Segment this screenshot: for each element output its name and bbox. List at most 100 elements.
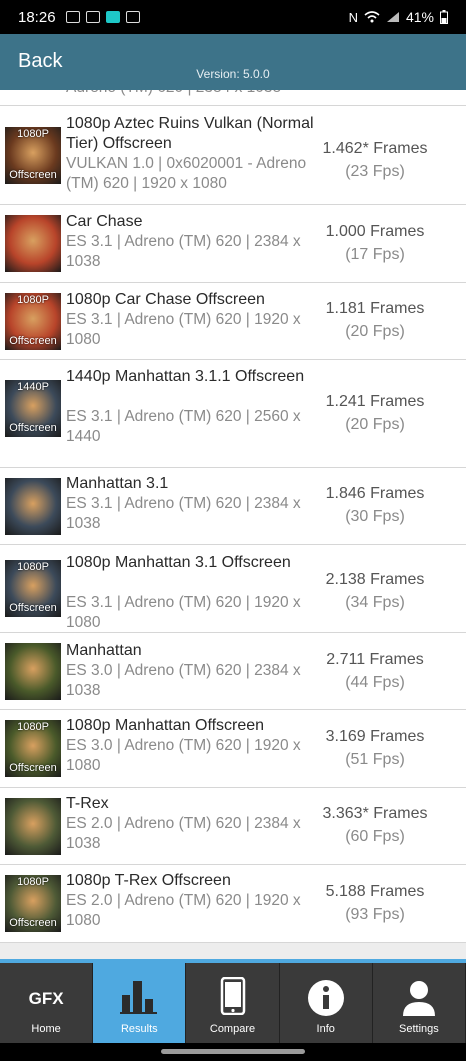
mail-icon bbox=[65, 11, 80, 23]
list-item[interactable]: 1080P Offscreen 1080p Manhattan Offscreen E… bbox=[0, 710, 466, 788]
list-item-title: 1080p Aztec Ruins Vulkan (Normal Tier) O… bbox=[66, 115, 314, 152]
list-item-subtitle: ES 3.1 | Adreno (TM) 620 | 2560 x 1440 bbox=[66, 408, 301, 445]
resolution-badge: 1080P bbox=[17, 128, 49, 140]
resolution-badge: 1440P bbox=[17, 381, 49, 393]
list-item-title: Car Chase bbox=[66, 213, 143, 230]
list-item-title: 1080p Car Chase Offscreen bbox=[66, 291, 265, 308]
list-item-subtitle: ES 3.1 | Adreno (TM) 620 | 1920 x 1080 bbox=[66, 311, 301, 348]
nav-home[interactable]: GFX Home bbox=[0, 963, 94, 1043]
score-frames: 2.138 Frames bbox=[325, 571, 425, 588]
benchmark-thumbnail: 1080P Offscreen bbox=[5, 127, 61, 184]
score-fps: (23 Fps) bbox=[345, 163, 405, 180]
nav-info[interactable]: Info bbox=[280, 963, 373, 1043]
benchmark-thumbnail bbox=[5, 478, 61, 535]
image-icon bbox=[125, 11, 140, 23]
benchmark-thumbnail bbox=[5, 643, 61, 700]
score-fps: (20 Fps) bbox=[345, 416, 405, 433]
list-item-title: 1440p Manhattan 3.1.1 Offscreen bbox=[66, 368, 305, 385]
list-footer-spacer bbox=[0, 943, 466, 959]
list-item-subtitle: Adreno (TM) 620 | 2384 x 1038 bbox=[66, 90, 316, 98]
offscreen-badge: Offscreen bbox=[9, 602, 57, 614]
list-item-subtitle: ES 3.0 | Adreno (TM) 620 | 1920 x 1080 bbox=[66, 737, 301, 774]
score-fps: (93 Fps) bbox=[345, 906, 405, 923]
score-fps: (17 Fps) bbox=[345, 246, 405, 263]
app-notification-icon bbox=[85, 11, 100, 23]
list-item[interactable]: 1080P Offscreen 1080p T-Rex Offscreen ES 2.… bbox=[0, 865, 466, 943]
list-item-title: Manhattan 3.1 bbox=[66, 475, 169, 492]
bar-chart-icon bbox=[120, 981, 158, 1014]
offscreen-badge: Offscreen bbox=[9, 335, 57, 347]
list-item[interactable]: 1080P Offscreen 1080p Car Chase Offscreen E… bbox=[0, 283, 466, 360]
gesture-bar bbox=[0, 1043, 466, 1061]
version-label: Version: 5.0.0 bbox=[196, 67, 270, 81]
score-frames: 1.181 Frames bbox=[325, 300, 425, 317]
score-frames: 1.000 Frames bbox=[325, 223, 425, 240]
resolution-badge: 1080P bbox=[17, 876, 49, 888]
benchmark-thumbnail: 1440P Offscreen bbox=[5, 380, 61, 437]
wifi-icon bbox=[364, 11, 380, 23]
results-list[interactable]: Adreno (TM) 620 | 2384 x 1038 1080P Offsc… bbox=[0, 90, 466, 943]
score-fps: (20 Fps) bbox=[345, 323, 405, 340]
vpn-icon bbox=[105, 11, 120, 23]
list-item-partial[interactable]: Adreno (TM) 620 | 2384 x 1038 bbox=[0, 90, 466, 106]
nav-label: Info bbox=[316, 1023, 335, 1035]
offscreen-badge: Offscreen bbox=[9, 169, 57, 181]
score-frames: 1.462* Frames bbox=[322, 140, 428, 157]
benchmark-thumbnail: 1080P Offscreen bbox=[5, 720, 61, 777]
score-fps: (30 Fps) bbox=[345, 508, 405, 525]
app-header: Back Version: 5.0.0 bbox=[0, 34, 466, 90]
list-item-title: 1080p Manhattan Offscreen bbox=[66, 717, 265, 734]
benchmark-thumbnail bbox=[5, 215, 61, 272]
home-gesture-handle[interactable] bbox=[161, 1049, 305, 1054]
list-item-title: Manhattan bbox=[66, 642, 142, 659]
list-item[interactable]: Car Chase ES 3.1 | Adreno (TM) 620 | 2384… bbox=[0, 205, 466, 283]
signal-icon bbox=[386, 12, 399, 22]
status-bar: 18:26 N 41% bbox=[0, 0, 466, 34]
list-item[interactable]: Manhattan ES 3.0 | Adreno (TM) 620 | 2384… bbox=[0, 633, 466, 710]
benchmark-thumbnail bbox=[5, 798, 61, 855]
benchmark-thumbnail: 1080P Offscreen bbox=[5, 875, 61, 932]
list-item-title: 1080p Manhattan 3.1 Offscreen bbox=[66, 554, 291, 571]
list-item[interactable]: 1080P Offscreen 1080p Aztec Ruins Vulkan (… bbox=[0, 107, 466, 205]
score-frames: 5.188 Frames bbox=[325, 883, 425, 900]
resolution-badge: 1080P bbox=[17, 294, 49, 306]
score-fps: (34 Fps) bbox=[345, 594, 405, 611]
nav-label: Home bbox=[31, 1023, 61, 1035]
score-frames: 1.846 Frames bbox=[325, 485, 425, 502]
nav-label: Compare bbox=[209, 1023, 256, 1035]
list-item-title: 1080p T-Rex Offscreen bbox=[66, 872, 231, 889]
info-icon bbox=[307, 980, 344, 1016]
status-time: 18:26 bbox=[18, 8, 56, 26]
resolution-badge: 1080P bbox=[17, 721, 49, 733]
list-item[interactable]: 1440P Offscreen 1440p Manhattan 3.1.1 Offs… bbox=[0, 360, 466, 468]
score-fps: (44 Fps) bbox=[345, 674, 405, 691]
resolution-badge: 1080P bbox=[17, 561, 49, 573]
nav-results[interactable]: Results bbox=[93, 963, 187, 1043]
phone-icon bbox=[220, 977, 245, 1015]
bottom-navigation: GFX Home Results Compare Info Settings bbox=[0, 959, 466, 1043]
benchmark-thumbnail: 1080P Offscreen bbox=[5, 293, 61, 350]
list-item[interactable]: 1080P Offscreen 1080p Manhattan 3.1 Offscr… bbox=[0, 545, 466, 633]
list-item-subtitle: VULKAN 1.0 | 0x6020001 - Adreno (TM) 620… bbox=[66, 155, 307, 192]
score-frames: 3.169 Frames bbox=[325, 728, 425, 745]
score-frames: 3.363* Frames bbox=[322, 805, 428, 822]
battery-icon bbox=[440, 10, 448, 24]
battery-percent: 41% bbox=[405, 9, 434, 25]
list-item-subtitle: ES 3.1 | Adreno (TM) 620 | 1920 x 1080 bbox=[66, 594, 301, 631]
score-frames: 2.711 Frames bbox=[326, 651, 424, 668]
nav-compare[interactable]: Compare bbox=[186, 963, 280, 1043]
nav-settings[interactable]: Settings bbox=[373, 963, 466, 1043]
nav-label: Settings bbox=[399, 1023, 439, 1035]
list-item-subtitle: ES 3.1 | Adreno (TM) 620 | 2384 x 1038 bbox=[66, 233, 301, 270]
list-item-subtitle: ES 2.0 | Adreno (TM) 620 | 1920 x 1080 bbox=[66, 892, 301, 929]
nfc-icon: N bbox=[348, 9, 358, 25]
offscreen-badge: Offscreen bbox=[9, 422, 57, 434]
list-item-subtitle: ES 2.0 | Adreno (TM) 620 | 2384 x 1038 bbox=[66, 815, 301, 852]
list-item[interactable]: Manhattan 3.1 ES 3.1 | Adreno (TM) 620 | … bbox=[0, 468, 466, 545]
gfx-logo-icon: GFX bbox=[28, 989, 64, 1008]
list-item[interactable]: T-Rex ES 2.0 | Adreno (TM) 620 | 2384 x 1… bbox=[0, 788, 466, 865]
list-item-subtitle: ES 3.1 | Adreno (TM) 620 | 2384 x 1038 bbox=[66, 495, 301, 532]
user-icon bbox=[402, 981, 435, 1016]
nav-label: Results bbox=[120, 1023, 158, 1035]
list-item-subtitle: ES 3.0 | Adreno (TM) 620 | 2384 x 1038 bbox=[66, 662, 301, 699]
